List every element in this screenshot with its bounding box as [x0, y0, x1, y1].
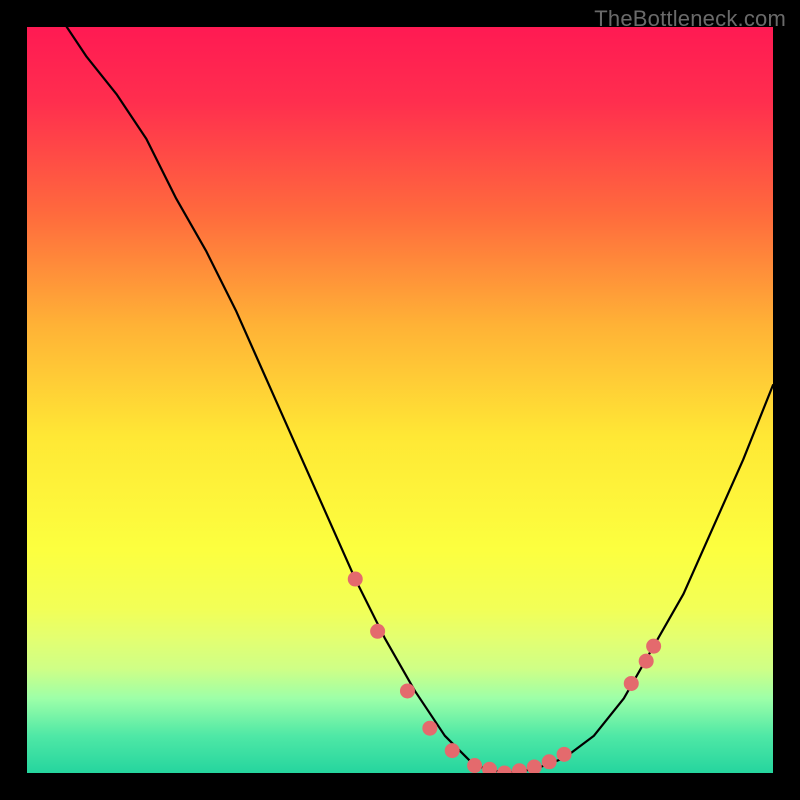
- watermark-text: TheBottleneck.com: [594, 6, 786, 32]
- data-point: [348, 572, 363, 587]
- data-point: [422, 721, 437, 736]
- data-point: [624, 676, 639, 691]
- data-point: [557, 747, 572, 762]
- chart-frame: TheBottleneck.com: [0, 0, 800, 800]
- data-point: [370, 624, 385, 639]
- data-point: [400, 683, 415, 698]
- data-point: [542, 754, 557, 769]
- plot-area: [27, 27, 773, 773]
- chart-svg: [27, 27, 773, 773]
- data-point: [639, 654, 654, 669]
- data-point: [467, 758, 482, 773]
- data-point: [445, 743, 460, 758]
- data-point: [646, 639, 661, 654]
- gradient-background: [27, 27, 773, 773]
